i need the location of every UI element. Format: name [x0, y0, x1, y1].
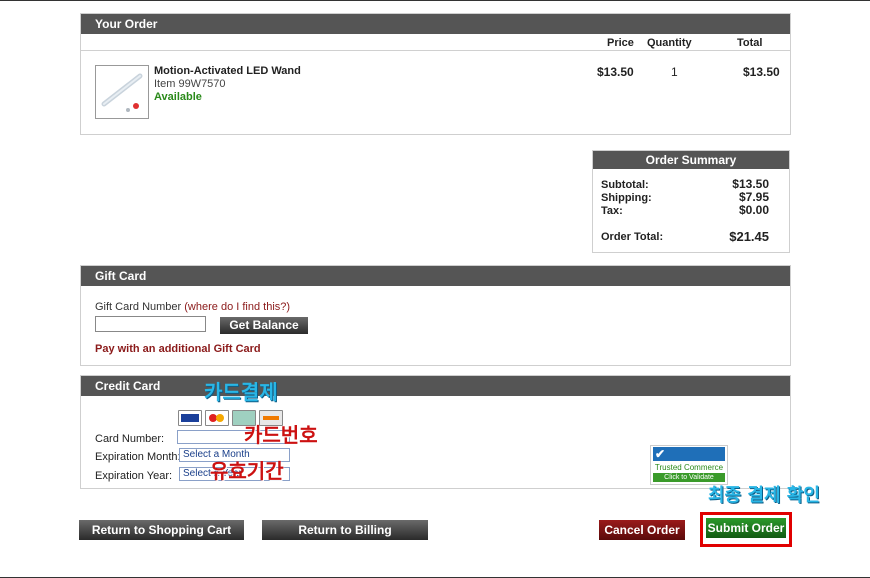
order-header: Your Order [81, 14, 790, 34]
annotation-expiry: 유효기간 [210, 459, 284, 483]
trustwave-brand: ✔ Trustwave [653, 447, 725, 475]
led-wand-image [101, 73, 143, 112]
card-number-label: Card Number: [95, 433, 165, 445]
order-summary: Order Summary Subtotal: $13.50 Shipping:… [592, 150, 790, 253]
gift-card-label-row: Gift Card Number (where do I find this?) [95, 301, 290, 313]
trustwave-line1: Trusted Commerce [654, 463, 724, 472]
credit-card-header: Credit Card [81, 376, 790, 396]
expiration-month-label: Expiration Month: [95, 451, 181, 463]
order-divider [81, 50, 790, 51]
shipping-label: Shipping: [601, 192, 652, 204]
gift-card-panel: Gift Card Gift Card Number (where do I f… [80, 265, 791, 366]
additional-gift-card-link[interactable]: Pay with an additional Gift Card [95, 343, 261, 355]
summary-header: Order Summary [593, 151, 789, 169]
subtotal-label: Subtotal: [601, 179, 649, 191]
get-balance-button[interactable]: Get Balance [220, 317, 308, 334]
order-total-value: $21.45 [729, 229, 769, 244]
order-panel: Your Order Price Quantity Total Motion-A… [80, 13, 791, 135]
column-quantity: Quantity [647, 37, 692, 49]
order-total-label: Order Total: [601, 231, 664, 243]
product-quantity: 1 [671, 65, 678, 79]
product-total: $13.50 [743, 65, 780, 79]
top-rule [0, 0, 870, 1]
gift-card-number-label: Gift Card Number [95, 301, 182, 313]
column-total: Total [737, 37, 763, 49]
annotation-payment: 카드결제 [204, 380, 278, 404]
mastercard-icon [205, 410, 229, 426]
trustwave-badge[interactable]: ✔ Trustwave Trusted Commerce Click to Va… [650, 445, 728, 485]
return-to-cart-button[interactable]: Return to Shopping Cart [79, 520, 244, 540]
visa-icon [178, 410, 202, 426]
expiration-year-label: Expiration Year: [95, 470, 173, 482]
subtotal-value: $13.50 [732, 177, 769, 191]
product-price: $13.50 [597, 65, 634, 79]
credit-card-panel: Credit Card Card Number: Expiration Mont… [80, 375, 791, 489]
product-sku: Item 99W7570 [154, 78, 226, 90]
gift-card-header: Gift Card [81, 266, 790, 286]
gift-card-input[interactable] [95, 316, 206, 332]
product-name[interactable]: Motion-Activated LED Wand [154, 65, 301, 77]
annotation-card-number: 카드번호 [244, 423, 318, 447]
cancel-order-button[interactable]: Cancel Order [599, 520, 685, 540]
annotation-final-confirm: 최종 결제 확인 [708, 485, 820, 506]
check-icon: ✔ [655, 447, 666, 461]
where-find-link[interactable]: (where do I find this?) [184, 301, 290, 313]
tax-value: $0.00 [738, 203, 769, 217]
tax-label: Tax: [601, 205, 623, 217]
product-availability: Available [154, 91, 202, 103]
shipping-value: $7.95 [738, 190, 769, 204]
product-thumbnail[interactable] [95, 65, 149, 119]
column-price: Price [607, 37, 634, 49]
return-to-billing-button[interactable]: Return to Billing [262, 520, 428, 540]
submit-order-button[interactable]: Submit Order [706, 518, 786, 538]
